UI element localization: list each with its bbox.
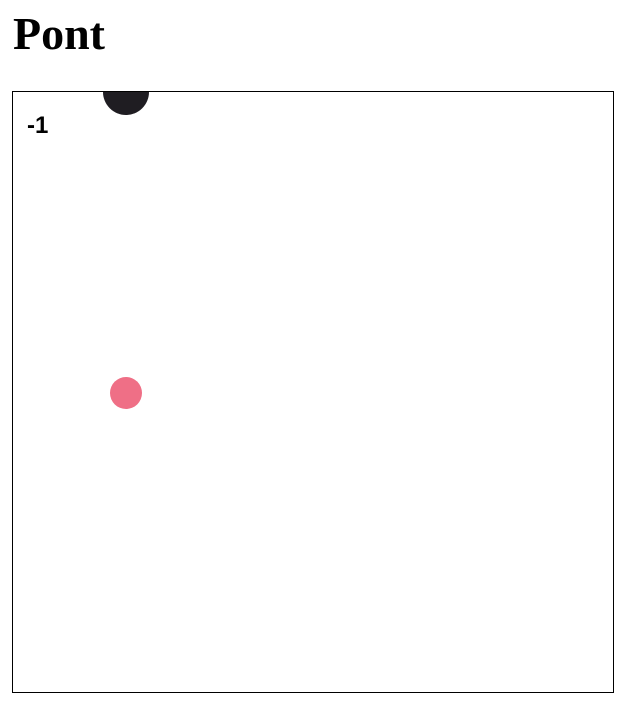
score-label: -1 — [27, 112, 49, 139]
ball — [110, 377, 142, 409]
page-title: Pont — [13, 8, 105, 59]
game-canvas[interactable]: -1 — [12, 91, 614, 693]
player-paddle[interactable] — [103, 92, 149, 115]
